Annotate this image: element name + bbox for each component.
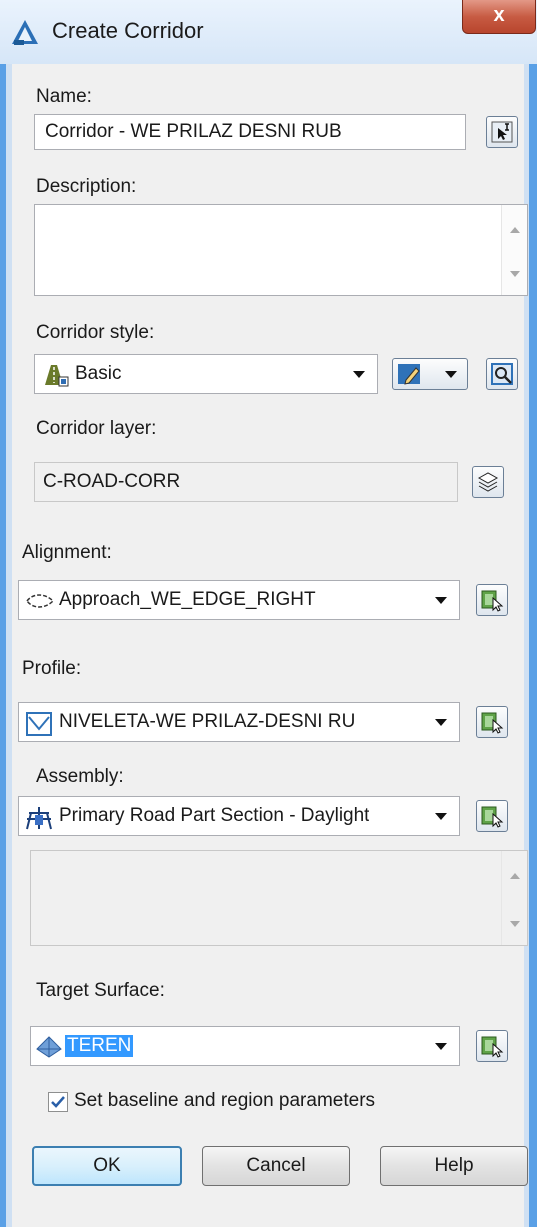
alignment-value: Approach_WE_EDGE_RIGHT <box>59 589 316 610</box>
select-profile-button[interactable] <box>476 706 508 738</box>
assembly-value: Primary Road Part Section - Daylight <box>59 805 370 826</box>
corridor-layer-label: Corridor layer: <box>36 418 157 439</box>
select-surface-button[interactable] <box>476 1030 508 1062</box>
profile-label: Profile: <box>22 658 82 679</box>
chevron-down-icon <box>435 597 447 604</box>
select-in-drawing-icon <box>481 590 504 612</box>
chevron-down-icon <box>353 371 365 378</box>
checkmark-icon <box>51 1096 65 1108</box>
alignment-icon <box>26 594 55 608</box>
chevron-down-icon <box>435 813 447 820</box>
layer-icon <box>477 472 499 492</box>
select-in-drawing-icon <box>481 1036 504 1058</box>
title-bar[interactable]: Create Corridor x <box>0 0 537 64</box>
dialog-body: Name: Corridor - WE PRILAZ DESNI RUB Des… <box>12 64 528 1227</box>
close-icon: x <box>493 4 505 26</box>
description-scrollbar[interactable] <box>501 205 527 295</box>
assembly-details-scrollbar[interactable] <box>501 851 527 945</box>
edit-style-icon <box>398 364 420 385</box>
select-in-drawing-icon <box>481 712 504 734</box>
chevron-down-icon <box>445 371 457 378</box>
baseline-checkbox[interactable] <box>48 1092 68 1112</box>
name-label: Name: <box>36 86 92 107</box>
corridor-style-label: Corridor style: <box>36 322 155 343</box>
select-in-drawing-icon <box>481 806 504 828</box>
help-button[interactable]: Help <box>380 1146 528 1186</box>
layer-button[interactable] <box>472 466 504 498</box>
autocad-civil-icon <box>10 18 40 46</box>
assembly-icon <box>26 807 52 830</box>
select-alignment-button[interactable] <box>476 584 508 616</box>
target-surface-value: TEREN <box>65 1035 134 1057</box>
ok-button[interactable]: OK <box>32 1146 182 1186</box>
target-surface-dropdown[interactable]: TEREN <box>30 1026 460 1066</box>
alignment-label: Alignment: <box>22 542 112 563</box>
preview-style-icon <box>491 363 513 385</box>
assembly-label: Assembly: <box>36 766 124 787</box>
close-button[interactable]: x <box>462 0 536 34</box>
profile-dropdown[interactable]: NIVELETA-WE PRILAZ-DESNI RU <box>18 702 460 742</box>
corridor-layer-value: C-ROAD-CORR <box>43 471 181 492</box>
description-textarea[interactable] <box>34 204 528 296</box>
target-surface-label: Target Surface: <box>36 980 165 1001</box>
pick-name-button[interactable] <box>486 116 518 148</box>
corridor-style-dropdown[interactable]: Basic <box>34 354 378 394</box>
name-input[interactable]: Corridor - WE PRILAZ DESNI RUB <box>34 114 466 150</box>
chevron-down-icon <box>435 719 447 726</box>
corridor-style-value: Basic <box>75 363 122 384</box>
surface-icon <box>36 1036 62 1058</box>
alignment-dropdown[interactable]: Approach_WE_EDGE_RIGHT <box>18 580 460 620</box>
assembly-details-box <box>30 850 528 946</box>
name-value: Corridor - WE PRILAZ DESNI RUB <box>45 121 342 142</box>
assembly-dropdown[interactable]: Primary Road Part Section - Daylight <box>18 796 460 836</box>
corridor-style-icon <box>45 365 69 387</box>
profile-value: NIVELETA-WE PRILAZ-DESNI RU <box>59 711 356 732</box>
corridor-layer-field: C-ROAD-CORR <box>34 462 458 502</box>
description-label: Description: <box>36 176 137 197</box>
preview-style-button[interactable] <box>486 358 518 390</box>
pick-from-drawing-icon <box>491 121 513 143</box>
profile-icon <box>26 712 52 736</box>
edit-style-button[interactable] <box>392 358 468 390</box>
baseline-checkbox-label[interactable]: Set baseline and region parameters <box>74 1090 375 1112</box>
window-title: Create Corridor <box>52 18 204 43</box>
cancel-button[interactable]: Cancel <box>202 1146 350 1186</box>
chevron-down-icon <box>435 1043 447 1050</box>
select-assembly-button[interactable] <box>476 800 508 832</box>
